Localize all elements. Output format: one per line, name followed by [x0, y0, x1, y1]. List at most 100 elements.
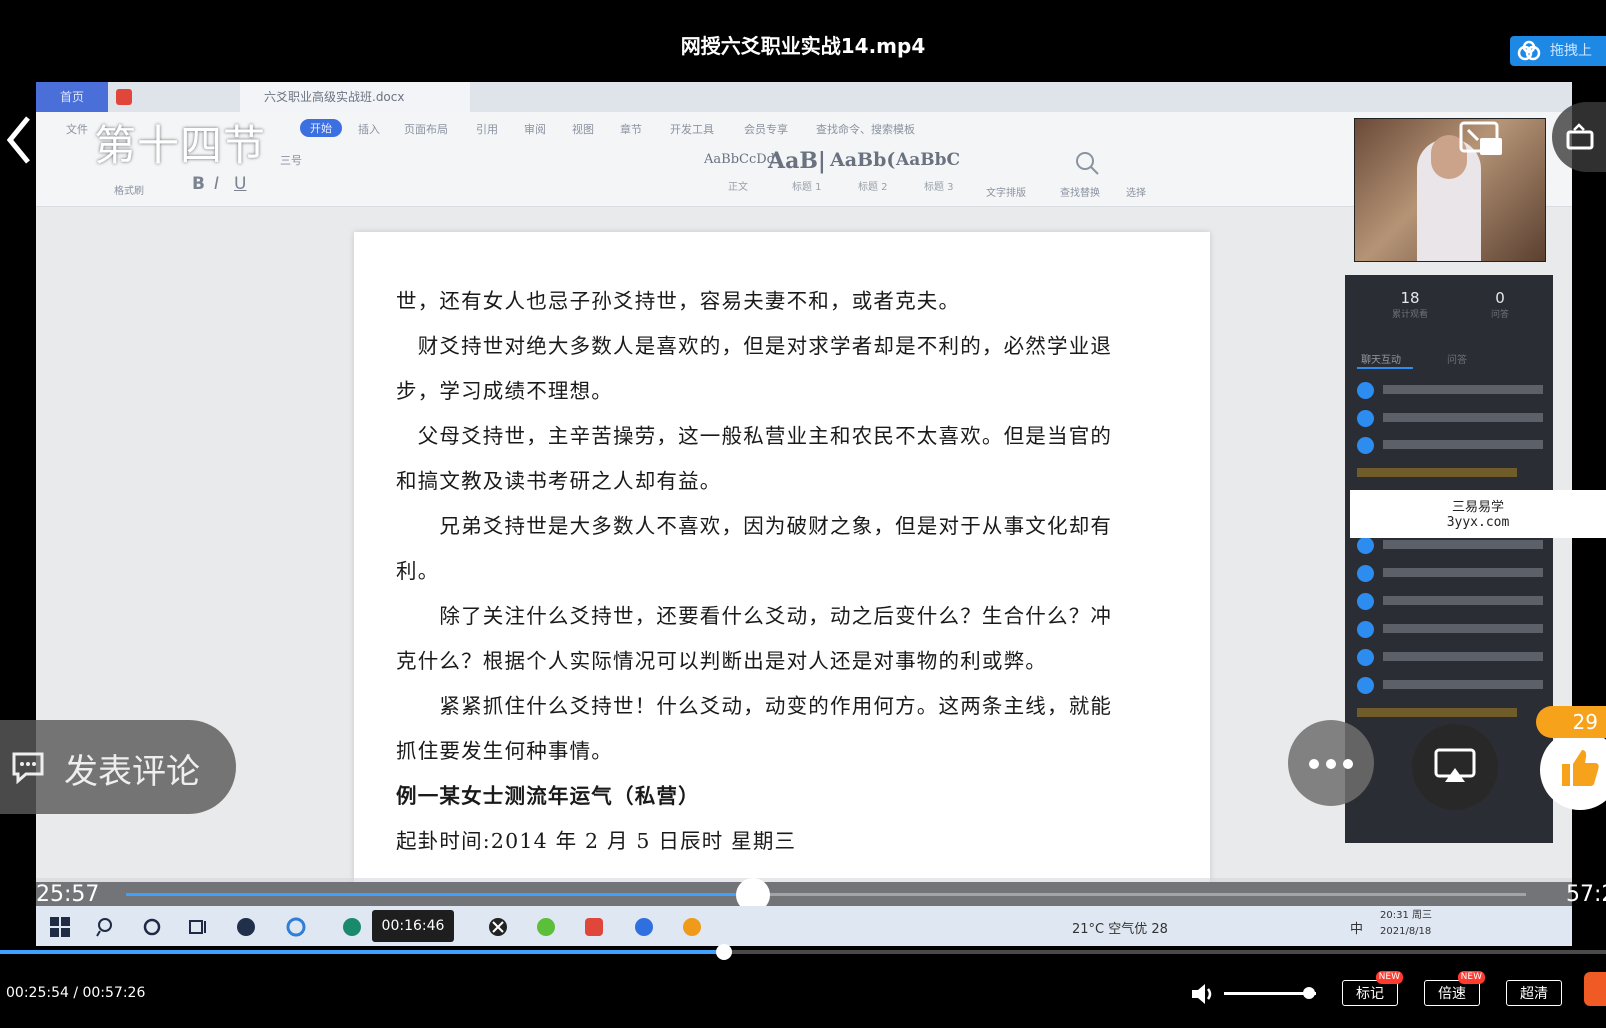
style-h3-sample: AaBbC	[896, 150, 960, 170]
like-count-badge: 29	[1536, 706, 1606, 738]
doc-paragraph: 利。	[396, 559, 440, 583]
select-button[interactable]: 选择	[1126, 184, 1146, 199]
chat-avatar	[1357, 437, 1374, 454]
clock-time: 20:31 周三	[1380, 910, 1432, 921]
font-size-select[interactable]: 三号	[280, 152, 302, 168]
underline-button[interactable]: U	[234, 174, 246, 194]
style-h2-sample: AaBb(	[830, 149, 896, 171]
menu-view[interactable]: 视图	[572, 121, 594, 137]
chat-avatar	[1357, 565, 1374, 582]
comment-icon	[12, 752, 44, 784]
volume-icon[interactable]	[1190, 982, 1216, 1006]
wps-ribbon: 格式刷 三号 B I U AaBbCcDd 正文 AaB| 标题 1 AaBb(…	[36, 144, 1572, 207]
text-layout-button[interactable]: 文字排版	[986, 184, 1026, 199]
format-painter-button[interactable]: 格式刷	[114, 182, 144, 197]
style-gallery[interactable]: AaBbCcDd 正文 AaB| 标题 1 AaBb( 标题 2 AaBbC 标…	[700, 144, 1000, 206]
doc-paragraph: 抓住要发生何种事情。	[396, 739, 613, 763]
chat-message-text	[1383, 568, 1543, 577]
doc-paragraph: 紧紧抓住什么爻持世！什么爻动，动变的作用何方。这两条主线，就能	[396, 694, 1113, 718]
quality-button[interactable]: 超清	[1506, 980, 1562, 1006]
chat-avatar	[1357, 677, 1374, 694]
brand-logo-icon	[1584, 972, 1606, 1006]
back-arrow-icon[interactable]	[4, 112, 34, 168]
video-title: 网授六爻职业实战14.mp4	[680, 34, 926, 58]
progress-fill	[0, 950, 725, 954]
progress-knob[interactable]	[716, 944, 733, 960]
italic-button[interactable]: I	[214, 174, 219, 194]
recorded-total-time: 57:2	[1566, 882, 1606, 907]
upload-label: 拖拽上	[1550, 43, 1592, 59]
rotate-icon	[1566, 123, 1594, 150]
menu-insert[interactable]: 插入	[358, 121, 380, 137]
chat-stat-questions: 0 问答	[1455, 289, 1545, 320]
cloud-icon	[1517, 40, 1541, 61]
edge-browser-icon	[343, 918, 361, 936]
cortana-icon	[143, 918, 161, 936]
document-page[interactable]: 世，还有女人也忌子孙爻持世，容易夫妻不和，或者克夫。 财爻持世对绝大多数人是喜欢…	[354, 232, 1210, 882]
chat-message-text	[1383, 440, 1543, 449]
menu-file[interactable]: 文件	[66, 121, 88, 137]
screen-cast-button[interactable]	[1412, 724, 1498, 810]
more-dots-icon	[1309, 759, 1353, 769]
chat-avatar	[1357, 410, 1374, 427]
menu-search[interactable]: 查找命令、搜索模板	[816, 121, 915, 137]
speed-button[interactable]: 倍速 NEW	[1424, 971, 1485, 1006]
wps-home-tab[interactable]: 首页	[36, 82, 108, 112]
style-normal-sample: AaBbCcDd	[704, 152, 775, 167]
wps-logo-icon	[116, 89, 132, 105]
chat-tab-interaction[interactable]: 聊天互动	[1361, 351, 1401, 366]
volume-knob[interactable]	[1302, 987, 1315, 999]
new-badge: NEW	[1457, 971, 1485, 984]
mark-label: 标记	[1356, 986, 1384, 1002]
new-badge: NEW	[1375, 971, 1403, 984]
menu-page-layout[interactable]: 页面布局	[404, 121, 448, 137]
wps-menu-bar: 文件 开始 插入 页面布局 引用 审阅 视图 章节 开发工具 会员专享 查找命令…	[36, 112, 1572, 144]
chat-message-text	[1383, 540, 1543, 549]
chat-stat-views: 18 累计观看	[1355, 289, 1465, 320]
wps-document-tab[interactable]: 六爻职业高级实战班.docx	[240, 82, 470, 112]
recorded-taskbar: 21°C 空气优 28 中 20:31 周三 2021/8/18	[36, 906, 1572, 946]
quality-label: 超清	[1520, 986, 1548, 1002]
find-replace-button[interactable]: 查找替换	[1060, 184, 1100, 199]
menu-chapter[interactable]: 章节	[620, 121, 642, 137]
picture-in-picture-icon[interactable]	[1458, 120, 1504, 158]
menu-member[interactable]: 会员专享	[744, 121, 788, 137]
ime-indicator: 中	[1350, 922, 1364, 937]
chat-tab-qa[interactable]: 问答	[1447, 351, 1467, 366]
find-replace-icon	[1076, 152, 1099, 175]
webcam-video	[1354, 118, 1546, 262]
wps-tab-bar: 首页 六爻职业高级实战班.docx	[36, 82, 1572, 112]
menu-review[interactable]: 审阅	[524, 121, 546, 137]
search-icon	[96, 918, 112, 937]
chat-stat-value: 0	[1495, 289, 1505, 307]
site-watermark: 三易易学 3yyx.com	[1350, 490, 1606, 538]
chat-avatar	[1357, 649, 1374, 666]
windows-start-icon	[50, 917, 70, 937]
speed-label: 倍速	[1438, 986, 1466, 1002]
chat-stat-label: 累计观看	[1391, 310, 1428, 320]
style-h1-sample: AaB|	[768, 148, 826, 174]
menu-developer[interactable]: 开发工具	[670, 121, 714, 137]
menu-references[interactable]: 引用	[476, 121, 498, 137]
more-options-button[interactable]	[1288, 720, 1374, 806]
ie-browser-icon	[286, 917, 306, 937]
mark-button[interactable]: 标记 NEW	[1342, 971, 1403, 1006]
chat-stat-value: 18	[1400, 289, 1420, 307]
menu-start[interactable]: 开始	[300, 119, 342, 137]
style-normal-label: 正文	[728, 182, 748, 193]
thumbs-up-icon	[1562, 750, 1599, 786]
chat-avatar	[1357, 537, 1374, 554]
watermark-name: 三易易学	[1451, 500, 1504, 515]
doc-paragraph: 克什么？根据个人实际情况可以判断出是对人还是对事物的利或弊。	[396, 649, 1047, 673]
chat-message-text	[1383, 624, 1543, 633]
recorded-current-time: 25:57	[36, 882, 100, 907]
browser-icon	[683, 918, 701, 936]
post-comment-button[interactable]: 发表评论	[0, 720, 236, 814]
section-title: 第十四节	[94, 121, 267, 170]
cast-icon	[1434, 748, 1476, 782]
bold-button[interactable]: B	[192, 174, 205, 194]
doc-paragraph: 起卦时间:2014 年 2 月 5 日辰时 星期三	[396, 829, 797, 853]
doc-paragraph: 步，学习成绩不理想。	[396, 379, 613, 403]
recorded-progress-fill	[126, 893, 754, 896]
doc-paragraph: 除了关注什么爻持世，还要看什么爻动，动之后变什么？生合什么？冲	[396, 604, 1113, 628]
